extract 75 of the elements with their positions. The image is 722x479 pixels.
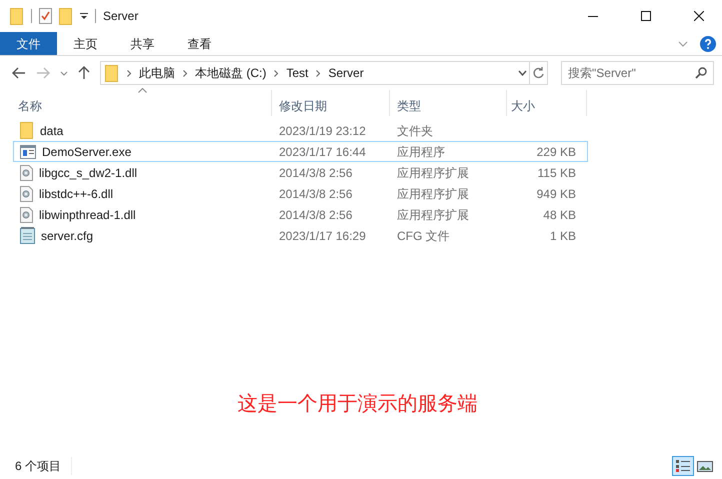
modified-date: 2023/1/17 16:44: [278, 144, 367, 160]
chevron-right-icon[interactable]: [127, 70, 131, 76]
help-icon[interactable]: [700, 36, 716, 52]
breadcrumb[interactable]: Test: [286, 64, 308, 82]
folder-icon: [20, 122, 34, 139]
properties-icon[interactable]: [39, 8, 52, 24]
modified-date: 2014/3/8 2:56: [278, 164, 354, 182]
new-folder-icon: [59, 8, 73, 24]
breadcrumb[interactable]: Server: [328, 64, 364, 82]
notepad-icon: [20, 227, 35, 244]
item-count: 6 个项目: [15, 457, 72, 475]
breadcrumb[interactable]: 此电脑: [139, 64, 175, 82]
back-arrow-icon[interactable]: [12, 67, 26, 79]
details-view-icon: [675, 459, 691, 473]
chevron-right-icon[interactable]: [274, 70, 278, 76]
dropdown-chevron-icon[interactable]: [518, 70, 527, 76]
column-header[interactable]: 大小: [507, 90, 587, 116]
breadcrumb[interactable]: 本地磁盘 (C:): [195, 64, 266, 82]
close-icon: [694, 11, 704, 21]
chevron-right-icon[interactable]: [183, 70, 187, 76]
refresh-icon: [533, 67, 544, 79]
search-field[interactable]: 搜索"Server": [561, 61, 714, 85]
column-header[interactable]: 类型: [390, 90, 507, 116]
gear-file-icon: [20, 164, 33, 180]
file-size: 48 KB: [543, 206, 576, 224]
file-row[interactable]: libwinpthread-1.dll 2014/3/8 2:56 应用程序扩展 48 KB: [13, 204, 588, 225]
window-title: Server: [103, 8, 138, 25]
expand-ribbon-icon[interactable]: [678, 40, 688, 46]
folder-icon: [10, 8, 24, 24]
address-bar[interactable]: 此电脑 本地磁盘 (C:) Test Server: [100, 61, 530, 85]
view-toggle[interactable]: [672, 456, 694, 476]
ribbon-tab[interactable]: 查看: [171, 32, 228, 55]
file-size: 229 KB: [536, 144, 576, 160]
file-type: 应用程序扩展: [396, 164, 470, 182]
ribbon-tab[interactable]: 主页: [57, 32, 114, 55]
gear-file-icon: [20, 186, 33, 202]
file-name: libgcc_s_dw2-1.dll: [39, 164, 138, 182]
file-row[interactable]: server.cfg 2023/1/17 16:29 CFG 文件 1 KB: [13, 225, 588, 246]
up-arrow-icon[interactable]: [78, 66, 90, 80]
file-name: server.cfg: [41, 228, 94, 244]
refresh-button[interactable]: [530, 61, 548, 85]
maximize-icon: [641, 11, 651, 21]
file-name: libwinpthread-1.dll: [39, 206, 136, 224]
application-icon: [20, 144, 36, 158]
file-type: CFG 文件: [396, 228, 451, 244]
file-row[interactable]: libstdc++-6.dll 2014/3/8 2:56 应用程序扩展 949 KB: [13, 183, 588, 204]
file-name: libstdc++-6.dll: [39, 186, 114, 202]
file-row[interactable]: libgcc_s_dw2-1.dll 2014/3/8 2:56 应用程序扩展 115 KB: [13, 162, 588, 183]
file-type: 应用程序扩展: [396, 186, 470, 202]
modified-date: 2014/3/8 2:56: [278, 206, 354, 224]
column-header[interactable]: 名称: [13, 90, 272, 116]
folder-icon: [105, 64, 119, 82]
ribbon-tab[interactable]: 共享: [114, 32, 171, 55]
modified-date: 2014/3/8 2:56: [278, 186, 354, 202]
caption-text: 这是一个用于演示的服务端: [238, 392, 478, 417]
file-size: 1 KB: [550, 228, 576, 244]
file-size: 949 KB: [536, 186, 576, 202]
search-icon[interactable]: [695, 67, 707, 79]
file-type: 应用程序: [396, 144, 446, 160]
file-name: data: [40, 122, 64, 140]
modified-date: 2023/1/17 16:29: [278, 228, 367, 244]
recent-locations-icon[interactable]: [60, 70, 68, 76]
file-row[interactable]: DemoServer.exe 2023/1/17 16:44 应用程序 229 KB: [13, 141, 588, 162]
large-icons-view-icon: [697, 459, 713, 473]
modified-date: 2023/1/19 23:12: [278, 122, 367, 140]
file-name: DemoServer.exe: [42, 144, 132, 160]
ribbon-tab[interactable]: 文件: [0, 32, 57, 55]
file-size: 115 KB: [538, 164, 576, 182]
gear-file-icon: [20, 206, 33, 222]
chevron-right-icon[interactable]: [316, 70, 320, 76]
file-type: 应用程序扩展: [396, 206, 470, 224]
column-header[interactable]: 修改日期: [272, 90, 390, 116]
dropdown-icon[interactable]: [80, 12, 88, 20]
file-row[interactable]: data 2023/1/19 23:12 文件夹: [13, 120, 588, 141]
file-type: 文件夹: [396, 122, 434, 140]
